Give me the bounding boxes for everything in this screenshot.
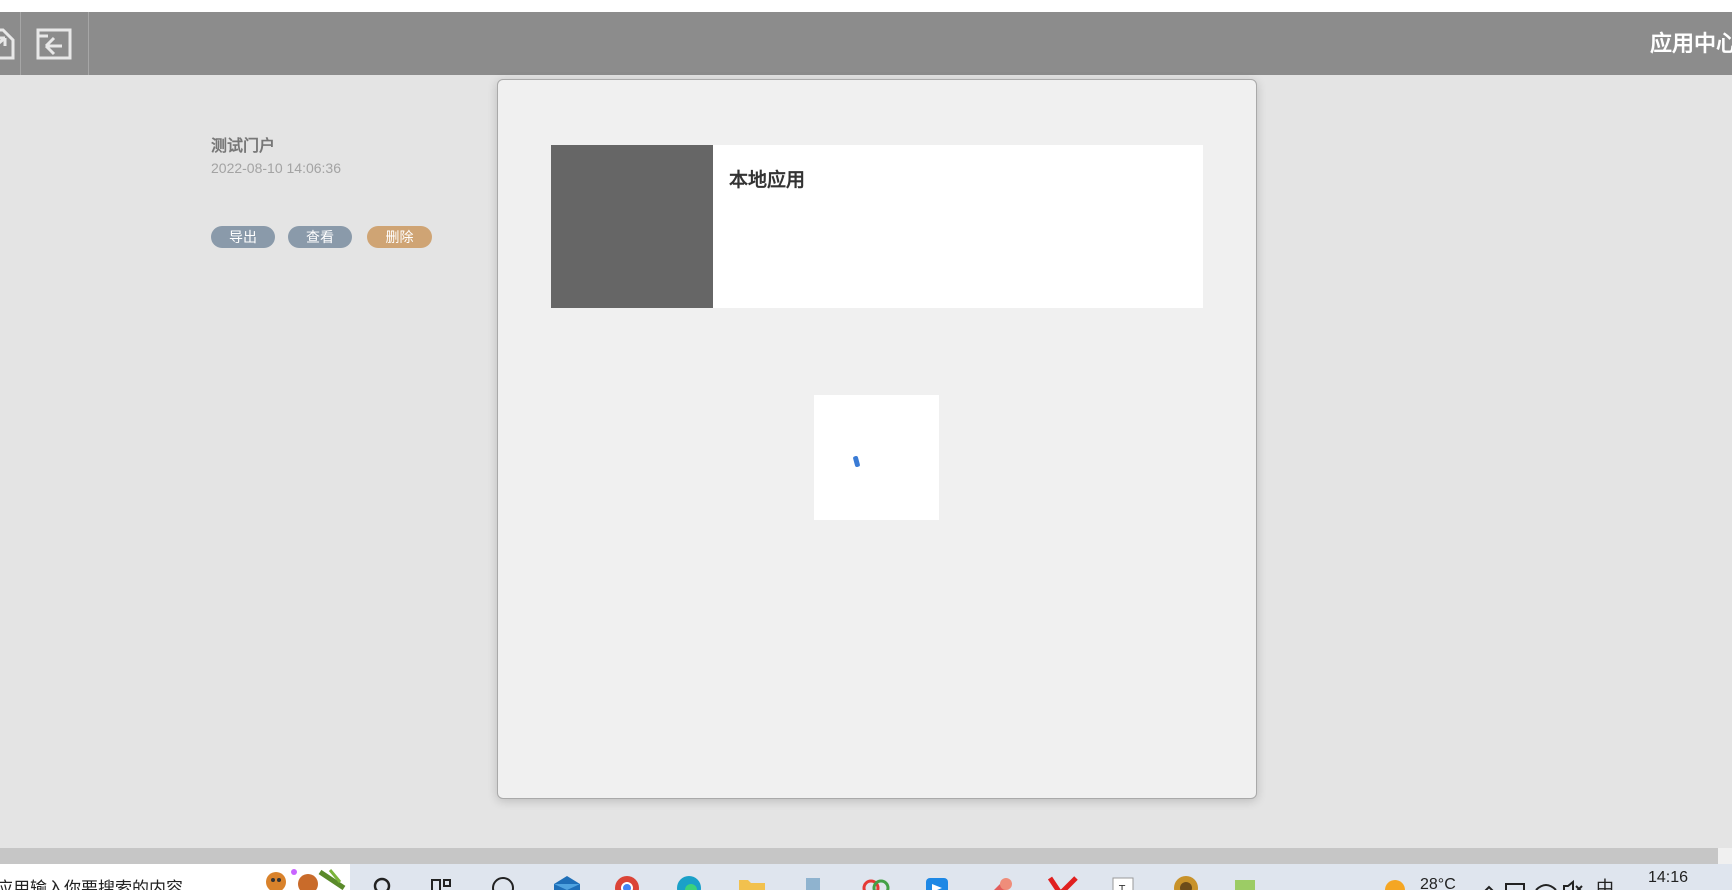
app-icon[interactable] xyxy=(800,874,826,890)
portal-title: 测试门户 xyxy=(211,138,276,155)
app-picker-modal: 本地应用 xyxy=(497,79,1257,799)
scrollbar-thumb[interactable] xyxy=(0,848,1718,864)
chevron-up-icon[interactable] xyxy=(1480,874,1506,890)
mail-icon[interactable] xyxy=(552,874,580,890)
app-icon[interactable] xyxy=(1047,874,1078,890)
clock-time[interactable]: 14:16 xyxy=(1648,869,1688,887)
horizontal-scrollbar[interactable] xyxy=(0,848,1732,864)
app-icon[interactable] xyxy=(986,874,1012,890)
portal-delete-button[interactable]: 删除 xyxy=(367,226,432,248)
chrome-icon[interactable] xyxy=(614,874,640,890)
speaker-muted-icon[interactable] xyxy=(1562,874,1588,890)
weather-icon[interactable] xyxy=(1382,874,1408,890)
app-icon[interactable] xyxy=(1232,874,1258,890)
taskbar-search-box[interactable]: 应用输入你要搜索的内容 xyxy=(0,864,350,890)
app-thumbnail xyxy=(551,145,713,308)
portal-view-button[interactable]: 查看 xyxy=(288,226,352,248)
battery-icon[interactable] xyxy=(1504,874,1530,890)
taskbar-search-text: 应用输入你要搜索的内容 xyxy=(0,879,183,890)
app-card[interactable]: 本地应用 xyxy=(551,145,1203,308)
folder-icon[interactable] xyxy=(738,874,765,890)
input-method-indicator[interactable]: 中 xyxy=(1596,874,1614,890)
search-icon[interactable] xyxy=(370,874,396,890)
portal-export-button[interactable]: 导出 xyxy=(211,226,275,248)
taskview-icon[interactable] xyxy=(428,874,454,890)
edge-icon[interactable] xyxy=(676,874,702,890)
app-icon[interactable] xyxy=(862,874,890,890)
svg-text:T: T xyxy=(1118,884,1126,890)
weather-temperature[interactable]: 28°C xyxy=(1420,876,1456,890)
portal-date: 2022-08-10 14:06:36 xyxy=(211,160,341,176)
wifi-icon[interactable] xyxy=(1534,874,1560,890)
loading-box xyxy=(814,395,939,520)
screen: 应用中心 测试门户 2022-08-10 14:06:36 导出 查看 删除 本… xyxy=(0,0,1732,890)
taskbar: 应用输入你要搜索的内容 T 28°C 中 14:16 xyxy=(0,864,1732,890)
app-icon[interactable]: T xyxy=(1110,874,1136,890)
window-top-strip xyxy=(0,0,1732,12)
app-icon[interactable] xyxy=(490,874,516,890)
search-highlight-icon xyxy=(260,868,348,890)
page-title: 应用中心 xyxy=(1649,31,1732,56)
back-icon xyxy=(34,24,74,64)
app-icon[interactable] xyxy=(1172,874,1198,890)
back-button[interactable] xyxy=(20,12,89,75)
header-bar: 应用中心 xyxy=(0,12,1732,75)
export-icon xyxy=(0,24,19,64)
spinner-icon xyxy=(852,455,861,468)
app-icon[interactable] xyxy=(924,874,950,890)
export-button[interactable] xyxy=(0,12,21,75)
app-name: 本地应用 xyxy=(729,170,806,191)
